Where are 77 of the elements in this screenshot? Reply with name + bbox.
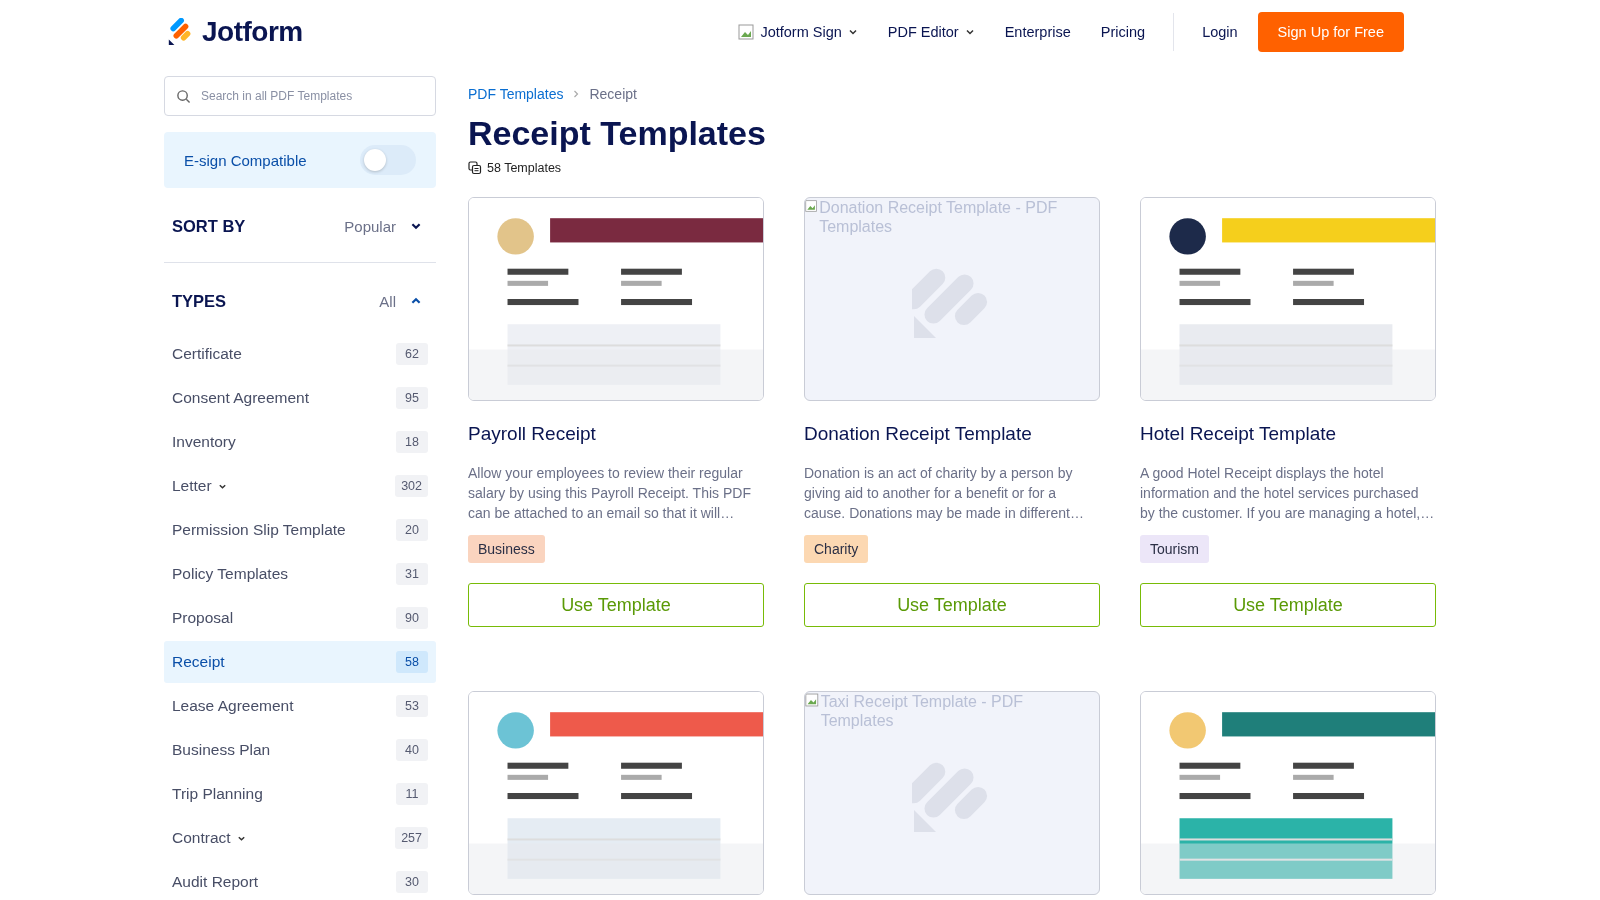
template-description: Donation is an act of charity by a person by giving aid to another for a benefit or for a cause. Donations may be made in different… xyxy=(804,464,1085,523)
broken-image-icon xyxy=(805,198,818,214)
type-count: 11 xyxy=(396,783,428,805)
type-count: 62 xyxy=(396,343,428,365)
image-alt-text: Donation Receipt Template - PDF Templates xyxy=(819,198,1059,236)
type-item[interactable]: Inventory 18 xyxy=(164,421,436,463)
category-tag: Charity xyxy=(804,535,869,563)
type-count: 53 xyxy=(396,695,428,717)
type-label: Business Plan xyxy=(172,741,271,759)
toggle-switch[interactable] xyxy=(360,145,416,175)
type-label: Consent Agreement xyxy=(172,389,309,407)
nav-link[interactable]: Jotform Sign xyxy=(738,24,858,40)
type-count: 257 xyxy=(395,827,428,849)
type-count: 18 xyxy=(396,431,428,453)
template-description: Allow your employees to review their regular salary by using this Payroll Receipt. This PDF can be attached to an email so that it will… xyxy=(468,464,752,523)
template-description: A good Hotel Receipt displays the hotel information and the hotel services purchased by the customer. If you are managing a hotel,… xyxy=(1140,464,1436,523)
type-item[interactable]: Permission Slip Template 20 xyxy=(164,509,436,551)
type-count: 95 xyxy=(396,387,428,409)
template-title[interactable]: Hotel Receipt Template xyxy=(1140,423,1436,445)
type-label: Letter xyxy=(172,477,227,495)
type-count: 31 xyxy=(396,563,428,585)
chevron-down-icon xyxy=(847,27,858,37)
breadcrumb-current: Receipt xyxy=(589,86,637,102)
types-label: TYPES xyxy=(172,291,227,311)
use-template-button[interactable]: Use Template xyxy=(1140,583,1436,627)
type-item[interactable]: Letter 302 xyxy=(164,465,436,507)
type-item[interactable]: Contract 257 xyxy=(164,817,436,859)
type-item[interactable]: Audit Report 30 xyxy=(164,861,436,900)
type-item[interactable]: Proposal 90 xyxy=(164,597,436,639)
login-link[interactable]: Login xyxy=(1202,24,1238,40)
type-count: 40 xyxy=(396,739,428,761)
nav-link[interactable]: PDF Editor xyxy=(887,24,975,40)
breadcrumb-link[interactable]: PDF Templates xyxy=(468,86,564,102)
type-count: 58 xyxy=(396,651,428,673)
type-count: 20 xyxy=(396,519,428,541)
nav-link[interactable]: Enterprise xyxy=(1004,24,1071,40)
sort-dropdown[interactable]: Popular xyxy=(338,216,428,236)
logo-text: Jotform xyxy=(202,16,303,48)
search-field[interactable]: Search in all PDF Templates xyxy=(164,76,436,116)
category-tag: Tourism xyxy=(1140,535,1209,563)
type-item[interactable]: Receipt 58 xyxy=(164,641,436,683)
category-tag: Business xyxy=(468,535,545,563)
page-title: Receipt Templates xyxy=(468,114,767,153)
type-count: 30 xyxy=(396,871,428,893)
type-label: Receipt xyxy=(172,653,225,671)
broken-image-icon xyxy=(738,24,755,40)
use-template-button[interactable]: Use Template xyxy=(468,583,764,627)
type-label: Inventory xyxy=(172,433,236,451)
type-label: Certificate xyxy=(172,345,242,363)
use-template-button[interactable]: Use Template xyxy=(804,583,1100,627)
broken-image-icon xyxy=(805,692,819,708)
type-item[interactable]: Certificate 62 xyxy=(164,333,436,375)
type-count: 302 xyxy=(395,475,428,497)
copy-icon xyxy=(468,161,482,175)
type-label: Trip Planning xyxy=(172,785,263,803)
type-label: Permission Slip Template xyxy=(172,521,346,539)
sort-label: SORT BY xyxy=(172,216,246,236)
search-icon xyxy=(176,89,191,104)
template-title[interactable]: Donation Receipt Template xyxy=(804,423,1100,445)
type-label: Contract xyxy=(172,829,246,847)
type-item[interactable]: Trip Planning 11 xyxy=(164,773,436,815)
esign-label: E-sign Compatible xyxy=(184,151,307,169)
type-label: Lease Agreement xyxy=(172,697,294,715)
template-count: 58 Templates xyxy=(487,161,562,175)
type-label: Policy Templates xyxy=(172,565,288,583)
type-label: Audit Report xyxy=(172,873,259,891)
nav-link[interactable]: Pricing xyxy=(1100,24,1146,40)
chevron-down-icon xyxy=(964,27,975,37)
type-item[interactable]: Business Plan 40 xyxy=(164,729,436,771)
template-title[interactable]: Payroll Receipt xyxy=(468,423,764,445)
type-item[interactable]: Lease Agreement 53 xyxy=(164,685,436,727)
image-alt-text: Taxi Receipt Template - PDF Templates xyxy=(820,692,1025,730)
type-item[interactable]: Consent Agreement 95 xyxy=(164,377,436,419)
type-item[interactable]: Policy Templates 31 xyxy=(164,553,436,595)
type-label: Proposal xyxy=(172,609,234,627)
type-count: 90 xyxy=(396,607,428,629)
types-toggle[interactable]: All xyxy=(373,291,428,311)
